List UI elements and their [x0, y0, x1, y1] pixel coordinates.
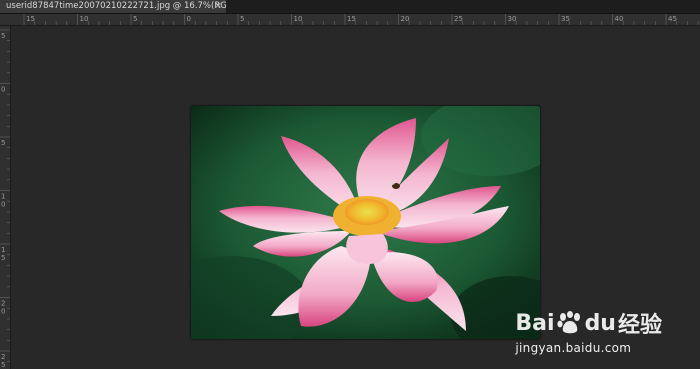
ruler-label: 15 — [26, 15, 35, 23]
ruler-label: 5 — [1, 32, 5, 40]
ruler-label: 5 — [1, 139, 5, 147]
watermark-brand-left: Bai — [515, 310, 555, 336]
ruler-label: 2 — [1, 300, 5, 308]
ruler-label: 0 — [187, 15, 191, 23]
ruler-label: 20 — [401, 15, 410, 23]
document-tab[interactable]: userid87847time20070210222721.jpg @ 16.7… — [0, 0, 226, 13]
ruler-label: 25 — [454, 15, 463, 23]
ruler-label: 5 — [240, 15, 244, 23]
ruler-label: 35 — [561, 15, 570, 23]
ruler-label: 5 — [1, 254, 5, 262]
watermark-brand: Bai du 经验 — [515, 307, 662, 339]
horizontal-ruler-ticks: 15 10 5 0 5 10 15 20 25 30 35 40 45 — [23, 14, 699, 25]
paw-icon — [556, 311, 580, 334]
ruler-label: 40 — [615, 15, 624, 23]
vertical-ruler-ticks: 50510152025 — [0, 29, 10, 369]
ruler-label: 0 — [1, 86, 5, 94]
vertical-ruler[interactable]: 50510152025 — [0, 26, 11, 369]
ruler-label: 5 — [1, 361, 5, 369]
baidu-jingyan-watermark: Bai du 经验 jingyan.baidu.com — [515, 307, 662, 356]
ruler-label: 15 — [347, 15, 356, 23]
ruler-label: 10 — [80, 15, 89, 23]
ruler-label: 1 — [1, 193, 5, 201]
horizontal-ruler[interactable]: 15 10 5 0 5 10 15 20 25 30 35 40 45 — [10, 14, 700, 26]
ruler-label: 0 — [1, 308, 5, 316]
ruler-label: 2 — [1, 353, 5, 361]
ruler-label: 10 — [294, 15, 303, 23]
close-icon[interactable]: × — [214, 0, 222, 13]
ruler-label: 1 — [1, 246, 5, 254]
watermark-brand-cn: 经验 — [617, 313, 662, 338]
document-tab-bar: userid87847time20070210222721.jpg @ 16.7… — [0, 0, 700, 14]
canvas-area[interactable]: Bai du 经验 jingyan.baidu.com — [11, 26, 700, 369]
ruler-label: 0 — [1, 201, 5, 209]
lotus-image — [191, 106, 540, 339]
ruler-label: 30 — [508, 15, 517, 23]
photoshop-window: userid87847time20070210222721.jpg @ 16.7… — [0, 0, 700, 369]
watermark-url: jingyan.baidu.com — [515, 341, 632, 355]
ruler-label: 5 — [133, 15, 137, 23]
ruler-label: 45 — [668, 15, 677, 23]
document-tab-title: userid87847time20070210222721.jpg @ 16.7… — [6, 1, 226, 11]
watermark-brand-right: du — [584, 310, 616, 336]
lotus-photo[interactable] — [191, 106, 540, 339]
